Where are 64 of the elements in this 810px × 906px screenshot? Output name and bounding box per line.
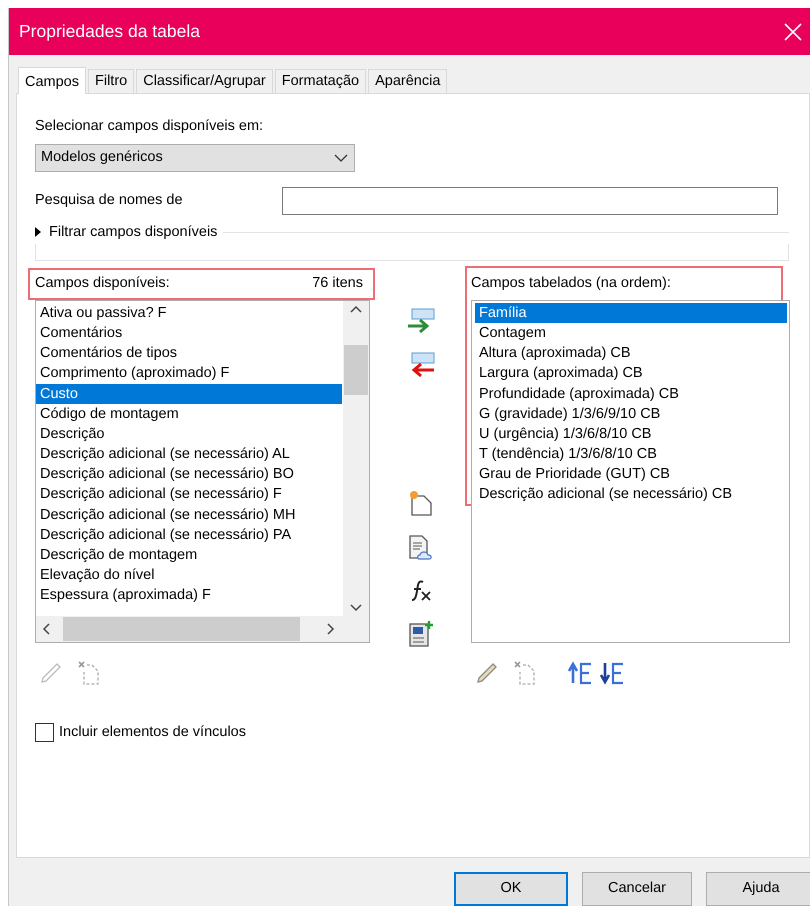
list-label: Campos disponíveis:	[35, 274, 170, 293]
list-item[interactable]: Família	[475, 302, 787, 323]
scroll-left-icon[interactable]	[42, 622, 50, 635]
add-field-icon[interactable]	[406, 308, 434, 334]
list-item[interactable]: Descrição adicional (se necessário) F	[36, 484, 342, 505]
list-item[interactable]: Largura (aproximada) CB	[475, 363, 787, 384]
combine-parameters-icon[interactable]	[408, 620, 434, 648]
list-item[interactable]: Custo	[36, 384, 342, 404]
list-item[interactable]: Descrição adicional (se necessário) CB	[475, 484, 787, 505]
dialog-button[interactable]: Cancelar	[582, 872, 692, 906]
scheduled-fields-list[interactable]	[471, 300, 790, 643]
expand-icon[interactable]	[35, 227, 42, 238]
checkbox-label: Incluir elementos de vínculos	[59, 722, 246, 742]
tab[interactable]: Filtro	[88, 69, 134, 93]
field-label: Pesquisa de nomes de	[35, 190, 183, 210]
dialog-button[interactable]: OK	[454, 872, 568, 906]
tab[interactable]: Formatação	[274, 69, 366, 93]
list-item[interactable]: Descrição adicional (se necessário) BO	[36, 464, 342, 484]
filter-expander[interactable]: Filtrar campos disponíveis	[49, 222, 218, 244]
list-item[interactable]: T (tendência) 1/3/6/8/10 CB	[475, 444, 787, 464]
list-label: Campos tabelados (na ordem):	[471, 274, 671, 293]
window-title: Propriedades da tabela	[19, 20, 200, 44]
available-fields-list[interactable]	[35, 300, 370, 643]
move-up-icon[interactable]	[567, 660, 593, 685]
pencil-icon[interactable]	[475, 660, 499, 685]
tab[interactable]: Aparência	[368, 69, 448, 93]
list-item[interactable]: G (gravidade) 1/3/6/9/10 CB	[475, 404, 787, 424]
scrollbar-thumb[interactable]	[344, 344, 368, 395]
new-parameter-icon[interactable]	[408, 490, 434, 516]
close-icon[interactable]	[784, 22, 802, 40]
list-item[interactable]: Descrição adicional (se necessário) AL	[36, 444, 342, 464]
list-item[interactable]: Descrição de montagem	[36, 545, 342, 566]
list-item[interactable]: Altura (aproximada) CB	[475, 343, 787, 364]
list-item[interactable]: Contagem	[475, 322, 787, 344]
move-down-icon[interactable]	[599, 660, 625, 685]
source-dropdown[interactable]: Modelos genéricos	[35, 144, 355, 172]
list-item[interactable]: Profundidade (aproximada) CB	[475, 384, 787, 404]
list-item[interactable]: U (urgência) 1/3/6/8/10 CB	[475, 424, 787, 444]
scrollbar-thumb[interactable]	[63, 616, 300, 641]
list-item[interactable]: Descrição adicional (se necessário) MH	[36, 504, 342, 525]
list-item[interactable]: Comprimento (aproximado) F	[36, 363, 342, 384]
list-item[interactable]: Ativa ou passiva? F	[36, 302, 342, 323]
search-field[interactable]	[282, 186, 778, 215]
list-item[interactable]: Descrição adicional (se necessário) PA	[36, 524, 342, 545]
dialog-button[interactable]: Ajuda	[706, 872, 810, 906]
tab[interactable]: Campos	[18, 67, 86, 94]
checkbox[interactable]	[35, 723, 54, 742]
list-item[interactable]: Elevação do nível	[36, 565, 342, 586]
item-count: 76 itens	[312, 274, 363, 293]
document-cloud-icon[interactable]	[406, 534, 434, 562]
list-item[interactable]: Código de montagem	[36, 404, 342, 424]
delete-field-icon[interactable]	[77, 660, 101, 686]
scroll-up-icon[interactable]	[350, 304, 362, 313]
chevron-down-icon[interactable]	[334, 154, 348, 162]
list-item[interactable]: Comentários de tipos	[36, 343, 342, 364]
delete-field-icon[interactable]	[513, 660, 537, 686]
list-item[interactable]: Espessura (aproximada) F	[36, 585, 342, 606]
tab[interactable]: Classificar/Agrupar	[136, 69, 273, 93]
field-label: Selecionar campos disponíveis em:	[35, 117, 264, 136]
scroll-down-icon[interactable]	[350, 604, 362, 612]
list-item[interactable]: Grau de Prioridade (GUT) CB	[475, 464, 787, 484]
list-item[interactable]: Descrição	[36, 424, 342, 444]
list-item[interactable]: Comentários	[36, 322, 342, 344]
scroll-right-icon[interactable]	[327, 622, 335, 635]
